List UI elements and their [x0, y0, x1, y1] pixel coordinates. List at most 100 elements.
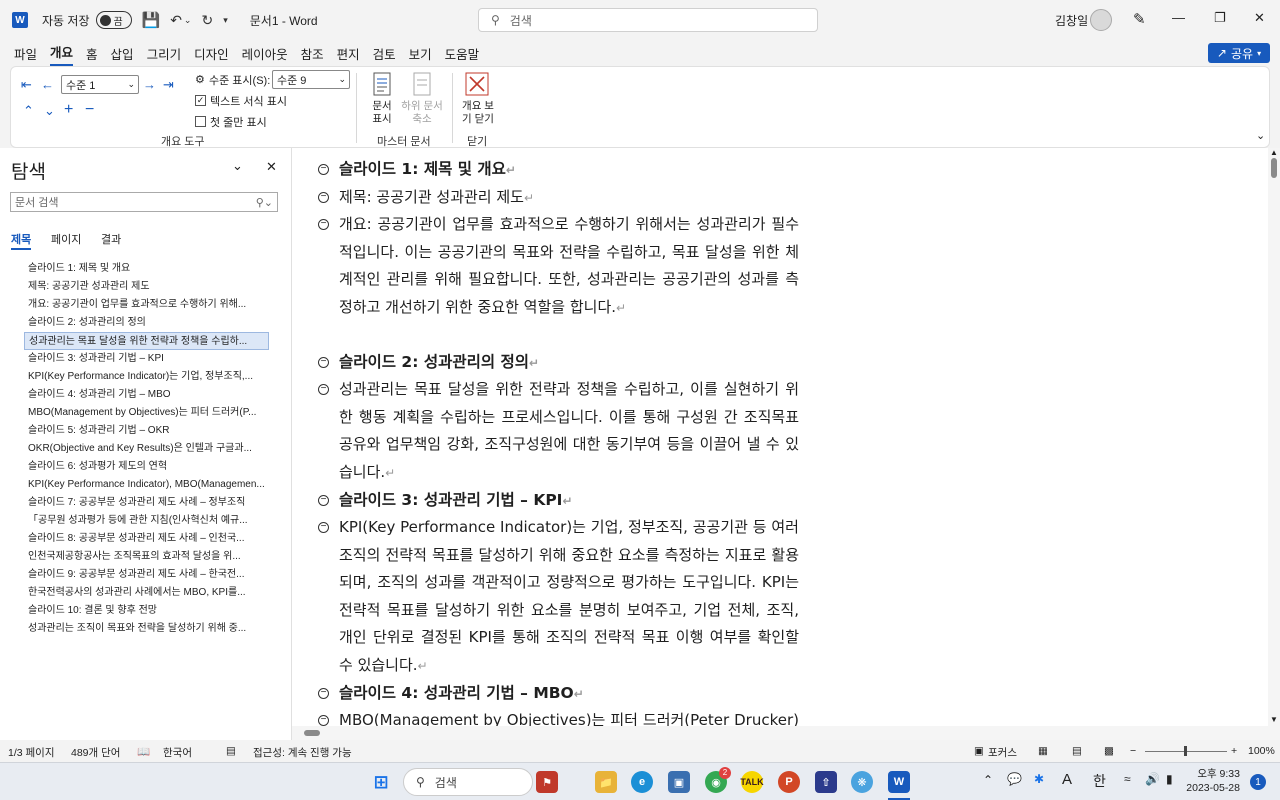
nav-tab-pages[interactable]: 페이지	[51, 231, 81, 247]
nav-tab-headings[interactable]: 제목	[11, 231, 31, 247]
paragraph-text[interactable]: 개요: 공공기관이 업무를 효과적으로 수행하기 위해서는 성과관리가 필수적입…	[339, 211, 799, 349]
page-count[interactable]: 1/3 페이지	[8, 745, 55, 760]
expand-icon[interactable]: +	[64, 101, 73, 119]
nav-options-icon[interactable]: ⌄	[232, 158, 243, 174]
zoom-level[interactable]: 100%	[1248, 745, 1275, 757]
autosave-toggle[interactable]: 끔	[95, 11, 132, 29]
ribbon-collapse-icon[interactable]: ⌄	[1256, 129, 1265, 142]
nav-heading-item[interactable]: 성과관리는 목표 달성을 위한 전략과 정책을 수립하...	[24, 332, 269, 350]
vertical-scrollbar[interactable]: ▲ ▼	[1268, 148, 1280, 740]
nav-heading-item[interactable]: KPI(Key Performance Indicator)는 기업, 정부조직…	[24, 368, 269, 386]
nav-heading-item[interactable]: 슬라이드 8: 공공부문 성과관리 제도 사례 – 인천국...	[24, 530, 269, 548]
nav-heading-item[interactable]: 슬라이드 5: 성과관리 기법 – OKR	[24, 422, 269, 440]
accessibility-status[interactable]: 접근성: 계속 진행 가능	[253, 745, 352, 760]
nav-heading-item[interactable]: 슬라이드 10: 결론 및 향후 전망	[24, 602, 269, 620]
store-icon[interactable]: ▣	[668, 771, 690, 793]
designer-pen-icon[interactable]: ✎	[1133, 10, 1146, 28]
nav-heading-item[interactable]: 한국전력공사의 성과관리 사례에서는 MBO, KPI를...	[24, 584, 269, 602]
nav-heading-item[interactable]: 개요: 공공기관이 업무를 효과적으로 수행하기 위해...	[24, 296, 269, 314]
upload-app-icon[interactable]: ⇧	[815, 771, 837, 793]
settings-app-icon[interactable]: ❋	[851, 771, 873, 793]
nav-heading-item[interactable]: 슬라이드 6: 성과평가 제도의 연혁	[24, 458, 269, 476]
tab-design[interactable]: 디자인	[194, 41, 229, 66]
scroll-up-icon[interactable]: ▲	[1270, 148, 1278, 157]
word-count[interactable]: 489개 단어	[71, 745, 120, 760]
document-area[interactable]: − 슬라이드 1: 제목 및 개요↵ − 제목: 공공기관 성과관리 제도↵ − 개요: …	[292, 148, 1280, 740]
game-app-icon[interactable]: ⚑	[536, 771, 558, 793]
promote-to-heading1-icon[interactable]: ⇤	[21, 77, 32, 93]
tab-help[interactable]: 도움말	[445, 41, 480, 66]
proofing-icon[interactable]: 📖	[137, 745, 150, 758]
nav-search-input[interactable]: 문서 검색 ⚲⌄	[10, 192, 278, 212]
language[interactable]: 한국어	[163, 745, 192, 760]
close-outline-icon[interactable]	[465, 72, 489, 96]
redo-icon[interactable]: ↻	[201, 12, 213, 29]
print-layout-icon[interactable]: ▤	[1072, 745, 1082, 757]
collapse-bullet-icon[interactable]: −	[318, 688, 329, 699]
nav-heading-item[interactable]: 인천국제공항공사는 조직목표의 효과적 달성을 위...	[24, 548, 269, 566]
file-explorer-icon[interactable]: 📁	[595, 771, 617, 793]
undo-icon[interactable]: ↶	[170, 12, 182, 29]
collapse-icon[interactable]: −	[85, 101, 94, 119]
scroll-thumb[interactable]	[1271, 158, 1277, 178]
show-level-select[interactable]: 수준 9 ⌄	[272, 70, 350, 89]
paragraph-text[interactable]: 슬라이드 4: 성과관리 기법 – MBO↵	[339, 680, 799, 708]
zoom-in-icon[interactable]: +	[1231, 745, 1237, 757]
hscroll-thumb[interactable]	[304, 730, 320, 736]
tray-overflow-icon[interactable]: ⌃	[983, 773, 993, 787]
powerpoint-icon[interactable]: P	[778, 771, 800, 793]
minimize-icon[interactable]: —	[1172, 10, 1185, 25]
tab-file[interactable]: 파일	[14, 41, 37, 66]
nav-heading-item[interactable]: 「공무원 성과평가 등에 관한 지침(인사혁신처 예규...	[24, 512, 269, 530]
nav-heading-item[interactable]: 슬라이드 3: 성과관리 기법 – KPI	[24, 350, 269, 368]
nav-heading-item[interactable]: 제목: 공공기관 성과관리 제도	[24, 278, 269, 296]
collapse-bullet-icon[interactable]: −	[318, 495, 329, 506]
nav-heading-item[interactable]: 슬라이드 9: 공공부문 성과관리 제도 사례 – 한국전...	[24, 566, 269, 584]
horizontal-scrollbar[interactable]	[292, 726, 1268, 740]
tab-draw[interactable]: 그리기	[147, 41, 182, 66]
nav-heading-item[interactable]: 슬라이드 4: 성과관리 기법 – MBO	[24, 386, 269, 404]
tab-mailings[interactable]: 편지	[337, 41, 360, 66]
focus-label[interactable]: 포커스	[988, 745, 1017, 760]
kakaotalk-tray-icon[interactable]: 💬	[1007, 772, 1022, 786]
paragraph-text[interactable]: 슬라이드 2: 성과관리의 정의↵	[339, 349, 799, 377]
save-icon[interactable]: 💾	[142, 11, 161, 29]
paragraph-text[interactable]: 성과관리는 목표 달성을 위한 전략과 정책을 수립하고, 이를 실현하기 위한…	[339, 376, 799, 486]
ime-mode[interactable]: A	[1062, 771, 1072, 788]
windows-start-icon[interactable]: ⊞	[370, 771, 392, 793]
focus-icon[interactable]: ▣	[974, 745, 984, 757]
demote-to-body-icon[interactable]: ⇥	[163, 77, 174, 93]
share-button[interactable]: ↗ 공유 ▾	[1208, 43, 1270, 63]
paragraph-text[interactable]: KPI(Key Performance Indicator)는 기업, 정부조직…	[339, 514, 799, 679]
nav-heading-item[interactable]: 슬라이드 2: 성과관리의 정의	[24, 314, 269, 332]
paragraph-text[interactable]: 제목: 공공기관 성과관리 제도↵	[339, 184, 799, 212]
scroll-down-icon[interactable]: ▼	[1270, 715, 1278, 724]
edge-browser-icon[interactable]: e	[631, 771, 653, 793]
collapse-bullet-icon[interactable]: −	[318, 164, 329, 175]
move-down-icon[interactable]: ⌄	[44, 103, 55, 119]
kakaotalk-icon[interactable]: TALK	[740, 771, 764, 793]
web-layout-icon[interactable]: ▩	[1104, 745, 1114, 757]
wifi-icon[interactable]: ≈	[1124, 772, 1131, 786]
undo-dropdown-icon[interactable]: ⌄	[184, 15, 192, 26]
word-taskbar-icon[interactable]: W	[888, 771, 910, 793]
quick-access-dropdown-icon[interactable]: ▾	[223, 15, 228, 26]
tab-references[interactable]: 참조	[301, 41, 324, 66]
collapse-bullet-icon[interactable]: −	[318, 192, 329, 203]
taskbar-search[interactable]: ⚲ 검색	[403, 768, 533, 796]
nav-heading-item[interactable]: 슬라이드 1: 제목 및 개요	[24, 260, 269, 278]
collapse-bullet-icon[interactable]: −	[318, 522, 329, 533]
tab-layout[interactable]: 레이아웃	[242, 41, 288, 66]
nav-heading-item[interactable]: 슬라이드 7: 공공부문 성과관리 제도 사례 – 정부조직	[24, 494, 269, 512]
collapse-bullet-icon[interactable]: −	[318, 715, 329, 726]
user-avatar[interactable]	[1090, 9, 1112, 31]
restore-icon[interactable]: ❐	[1214, 10, 1226, 26]
paragraph-text[interactable]: 슬라이드 3: 성과관리 기법 – KPI↵	[339, 487, 799, 515]
nav-heading-item[interactable]: OKR(Objective and Key Results)은 인텔과 구글과.…	[24, 440, 269, 458]
title-search-box[interactable]: ⚲ 검색	[478, 8, 818, 32]
close-icon[interactable]: ✕	[266, 159, 277, 175]
nav-heading-item[interactable]: KPI(Key Performance Indicator), MBO(Mana…	[24, 476, 269, 494]
tab-review[interactable]: 검토	[373, 41, 396, 66]
collapse-bullet-icon[interactable]: −	[318, 384, 329, 395]
collapse-bullet-icon[interactable]: −	[318, 219, 329, 230]
